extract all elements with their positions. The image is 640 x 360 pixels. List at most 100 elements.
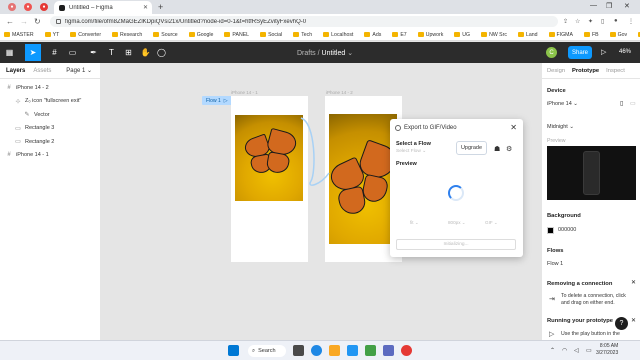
edge-icon[interactable] <box>311 345 322 356</box>
text-tool-icon[interactable]: T <box>106 47 117 58</box>
bookmark-item[interactable]: FB <box>583 32 599 38</box>
bookmark-item[interactable]: NW Src <box>481 32 507 38</box>
shape-tool-icon[interactable]: ▭ <box>67 47 78 58</box>
bookmark-item[interactable]: Land <box>517 32 538 38</box>
layer-item[interactable]: ⊹ Z₀ icon "fullscreen exit" <box>0 95 100 108</box>
menu-kebab-icon[interactable]: ⋮ <box>628 18 634 25</box>
format-select[interactable]: GIF ⌄ <box>485 220 498 226</box>
store-icon[interactable] <box>347 345 358 356</box>
device-select[interactable]: iPhone 14 ⌄ <box>547 101 578 107</box>
url-input[interactable]: figma.com/file/ofm8ZMaGEZlKDpiQVsi21x/Un… <box>50 16 558 27</box>
tab-prototype[interactable]: Prototype <box>572 68 599 74</box>
new-tab-icon[interactable]: + <box>158 2 163 12</box>
bookmark-item[interactable]: Social <box>260 32 282 38</box>
app-icon[interactable] <box>383 345 394 356</box>
select-flow-dropdown[interactable]: Select Flow ⌄ <box>396 149 426 154</box>
volume-icon[interactable]: ◁ <box>574 347 579 354</box>
present-play-icon[interactable]: ▷ <box>601 48 606 56</box>
bookmark-item[interactable]: Converter <box>70 32 101 38</box>
initializing-button[interactable]: Initializing... <box>396 239 516 250</box>
tab-assets[interactable]: Assets <box>33 68 51 74</box>
layer-item[interactable]: # iPhone 14 - 1 <box>0 149 100 162</box>
bookmark-item[interactable]: FIGMA <box>548 32 573 38</box>
bookmark-item[interactable]: E7 <box>392 32 407 38</box>
size-select[interactable]: 800px ⌄ <box>448 220 466 226</box>
landscape-icon[interactable]: ▭ <box>630 100 636 107</box>
pen-tool-icon[interactable]: ✒ <box>88 47 99 58</box>
bookmark-item[interactable]: YT <box>44 32 59 38</box>
minimize-icon[interactable]: — <box>590 2 597 9</box>
main-menu-icon[interactable]: ▦ <box>4 47 15 58</box>
tab-search-icon[interactable]: ● <box>24 3 32 11</box>
chevron-up-icon[interactable]: ⌃ <box>550 347 555 354</box>
tab-close-icon[interactable]: ✕ <box>143 4 148 11</box>
comment-tool-icon[interactable]: ◯ <box>156 47 167 58</box>
maximize-icon[interactable]: ❐ <box>606 2 612 10</box>
window-close-icon[interactable]: ✕ <box>624 2 630 10</box>
zoom-level[interactable]: 46% <box>619 49 631 55</box>
chrome-icon[interactable] <box>401 345 412 356</box>
bookmark-item[interactable]: Ads <box>364 32 381 38</box>
background-hex[interactable]: 000000 <box>558 227 576 233</box>
bookmark-item[interactable]: Tech <box>293 32 312 38</box>
search-box[interactable]: ⌕ Search <box>248 345 286 357</box>
share-page-icon[interactable]: ⇪ <box>563 18 568 25</box>
bookmark-item[interactable]: Research <box>112 32 142 38</box>
fit-select[interactable]: fit ⌄ <box>410 220 419 226</box>
flow-item[interactable]: Flow 1 <box>547 261 563 267</box>
bookmark-item[interactable]: UG <box>454 32 470 38</box>
profile-icon[interactable]: ● <box>8 3 16 11</box>
portrait-icon[interactable]: ▯ <box>620 100 623 107</box>
help-button[interactable]: ? <box>615 317 628 330</box>
tab-design[interactable]: Design <box>547 68 565 74</box>
back-icon[interactable]: ← <box>6 17 14 26</box>
page-selector[interactable]: Page 1 ⌄ <box>66 67 92 74</box>
move-tool-icon[interactable]: ➤ <box>25 44 41 61</box>
hand-tool-icon[interactable]: ✋ <box>140 47 151 58</box>
avatar[interactable]: C <box>546 47 557 58</box>
layer-item[interactable]: ▭ Rectangle 3 <box>0 122 100 135</box>
forward-icon[interactable]: → <box>20 17 28 26</box>
layer-item[interactable]: # iPhone 14 - 2 <box>0 81 100 94</box>
extension-icon[interactable]: ● <box>40 3 48 11</box>
bookmark-item[interactable]: MASTER <box>4 32 34 38</box>
layer-item[interactable]: ✎ Vector <box>0 108 100 121</box>
drafts-link[interactable]: Drafts <box>297 50 316 57</box>
dismiss-icon[interactable]: ✕ <box>631 317 636 324</box>
battery-icon[interactable]: ▭ <box>586 347 592 354</box>
star-icon[interactable]: ☆ <box>575 18 580 25</box>
frame-tool-icon[interactable]: # <box>49 47 60 58</box>
windows-start-icon[interactable] <box>228 345 239 356</box>
close-icon[interactable]: ✕ <box>510 123 517 132</box>
bug-icon[interactable]: ☗ <box>494 145 500 153</box>
task-view-icon[interactable] <box>293 345 304 356</box>
file-explorer-icon[interactable] <box>329 345 340 356</box>
model-select[interactable]: Midnight ⌄ <box>547 124 574 130</box>
reload-icon[interactable]: ↻ <box>34 17 41 26</box>
tab-inspect[interactable]: Inspect <box>606 68 625 74</box>
share-button[interactable]: Share <box>568 46 592 59</box>
bookmark-item[interactable]: Source <box>153 32 178 38</box>
tab-layers[interactable]: Layers <box>6 68 25 74</box>
clock[interactable]: 8:05 AM 3/27/2023 <box>596 343 618 357</box>
app-icon[interactable] <box>365 345 376 356</box>
gear-icon[interactable]: ⚙ <box>506 145 512 153</box>
bookmark-item[interactable]: Google <box>188 32 213 38</box>
file-breadcrumb[interactable]: Drafts / Untitled ⌄ <box>297 49 353 57</box>
dismiss-icon[interactable]: ✕ <box>631 279 636 286</box>
wifi-icon[interactable]: ◠ <box>562 347 567 354</box>
background-swatch[interactable] <box>547 227 554 234</box>
bookmark-item[interactable]: Upwork <box>417 32 443 38</box>
file-name[interactable]: Untitled <box>322 50 346 57</box>
upgrade-button[interactable]: Upgrade <box>456 141 487 155</box>
bookmark-item[interactable]: Gov <box>609 32 627 38</box>
bookmark-item[interactable]: PANEL <box>224 32 249 38</box>
bookmark-item[interactable]: Localhost <box>323 32 353 38</box>
resources-icon[interactable]: ⊞ <box>123 47 134 58</box>
browser-tab[interactable]: Untitled – Figma ✕ <box>54 1 152 14</box>
layer-item[interactable]: ▭ Rectangle 2 <box>0 135 100 148</box>
canvas[interactable]: iPhone 14 - 1 iPhone 14 - 2 Flow 1 ▷ Exp… <box>101 63 541 340</box>
account-icon[interactable]: ● <box>614 18 618 24</box>
chevron-down-icon[interactable]: ⌄ <box>347 50 353 57</box>
extensions-icon[interactable]: ✦ <box>588 18 593 25</box>
